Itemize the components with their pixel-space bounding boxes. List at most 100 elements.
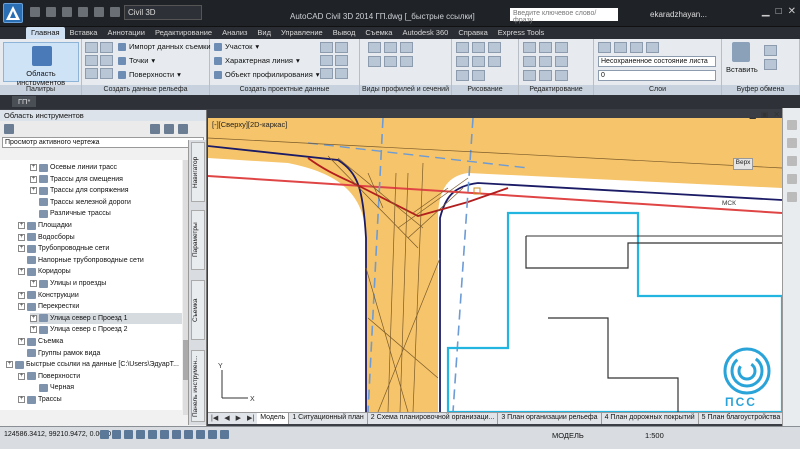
expand-toggle-icon[interactable]	[18, 257, 25, 264]
expand-toggle-icon[interactable]: +	[30, 187, 37, 195]
viewport-minimize-icon[interactable]: ▁	[750, 110, 756, 119]
profile-tool-4-icon[interactable]	[368, 56, 381, 67]
ribbon-tab[interactable]: Express Tools	[493, 27, 550, 39]
expand-toggle-icon[interactable]: +	[18, 396, 25, 403]
tree-node[interactable]: + Улица север с Проезд 1	[30, 312, 182, 324]
toolspace-button[interactable]: Область инструментов	[3, 42, 79, 87]
design-tool-3-icon[interactable]	[320, 55, 333, 66]
toolspace-side-tab[interactable]: Съемка	[191, 280, 205, 340]
ground-tool-2-icon[interactable]	[100, 42, 113, 53]
tree-node[interactable]: + Трубопроводные сети	[18, 243, 109, 254]
layer-state-dropdown[interactable]: Несохраненное состояние листа	[598, 56, 716, 67]
expand-toggle-icon[interactable]: +	[18, 338, 25, 345]
ground-tool-3-icon[interactable]	[85, 55, 98, 66]
lineweight-icon[interactable]	[196, 430, 205, 439]
profile-tool-5-icon[interactable]	[384, 56, 397, 67]
tree-node[interactable]: + Водосборы	[18, 232, 75, 243]
new-file-icon[interactable]	[30, 7, 40, 17]
cut-icon[interactable]	[764, 45, 777, 56]
viewport-restore-icon[interactable]: ▣	[761, 110, 769, 119]
layout-tab[interactable]: 3 План организации рельефа	[498, 413, 602, 424]
design-tool-1-icon[interactable]	[320, 42, 333, 53]
ground-tool-6-icon[interactable]	[100, 68, 113, 79]
dyn-icon[interactable]	[184, 430, 193, 439]
open-file-icon[interactable]	[46, 7, 56, 17]
tree-node[interactable]: + Поверхности	[18, 371, 80, 382]
undo-icon[interactable]	[110, 7, 120, 17]
layer-tool-2-icon[interactable]	[614, 42, 627, 53]
ribbon-tab[interactable]: Autodesk 360	[397, 27, 453, 39]
expand-toggle-icon[interactable]: +	[18, 291, 25, 299]
expand-toggle-icon[interactable]	[30, 199, 37, 206]
expand-toggle-icon[interactable]: +	[18, 303, 25, 311]
profile-tool-6-icon[interactable]	[400, 56, 413, 67]
rectangle-icon[interactable]	[472, 56, 485, 67]
expand-toggle-icon[interactable]	[30, 210, 37, 217]
expand-toggle-icon[interactable]: +	[30, 164, 37, 171]
ribbon-tab[interactable]: Вывод	[328, 27, 361, 39]
spline-icon[interactable]	[456, 70, 469, 81]
ribbon-tab[interactable]: Съемка	[360, 27, 397, 39]
expand-toggle-icon[interactable]: +	[30, 314, 37, 322]
expand-toggle-icon[interactable]: +	[18, 233, 25, 241]
toolspace-tool-1-icon[interactable]	[150, 124, 160, 134]
layer-dropdown[interactable]: 0	[598, 70, 716, 81]
ribbon-tab[interactable]: Редактирование	[150, 27, 217, 39]
layer-tool-3-icon[interactable]	[630, 42, 643, 53]
array-icon[interactable]	[555, 70, 568, 81]
document-tab[interactable]: ГП*	[12, 96, 37, 107]
copy-clip-icon[interactable]	[764, 59, 777, 70]
minimize-icon[interactable]: ▁	[762, 6, 770, 17]
ribbon-tab[interactable]: Анализ	[217, 27, 252, 39]
tree-node[interactable]: + Перекрестки	[18, 301, 79, 312]
ellipse-icon[interactable]	[472, 70, 485, 81]
expand-toggle-icon[interactable]: +	[18, 268, 25, 276]
tree-node[interactable]: Трассы железной дороги	[30, 197, 131, 208]
osnap-icon[interactable]	[148, 430, 157, 439]
layout-tab[interactable]: 2 Схема планировочной организаци...	[368, 413, 499, 424]
model-space-toggle[interactable]: МОДЕЛЬ	[552, 431, 584, 440]
mirror-icon[interactable]	[539, 56, 552, 67]
first-tab-icon[interactable]: |◀	[208, 413, 221, 424]
expand-toggle-icon[interactable]: +	[18, 372, 25, 380]
circle-icon[interactable]	[456, 56, 469, 67]
ground-tool-5-icon[interactable]	[85, 68, 98, 79]
tree-node[interactable]: + Съемка	[18, 336, 63, 347]
ribbon-tab[interactable]: Аннотации	[102, 27, 150, 39]
help-search-input[interactable]: Введите ключевое слово/фразу	[510, 8, 618, 24]
fillet-icon[interactable]	[555, 56, 568, 67]
pan-icon[interactable]	[787, 138, 797, 148]
ribbon-tab[interactable]: Справка	[453, 27, 492, 39]
viewport-label[interactable]: [-][Сверху][2D-каркас]	[212, 120, 287, 129]
design-tool-4-icon[interactable]	[335, 55, 348, 66]
tree-node[interactable]: Группы рамок вида	[18, 348, 100, 359]
profile-tool-2-icon[interactable]	[384, 42, 397, 53]
ribbon-tab[interactable]: Вид	[252, 27, 276, 39]
copy-icon[interactable]	[523, 56, 536, 67]
tree-node[interactable]: Различные трассы	[30, 208, 111, 219]
steering-wheel-icon[interactable]	[787, 120, 797, 130]
toolspace-side-tab[interactable]: Панель инструмен...	[191, 350, 205, 422]
line-icon[interactable]	[456, 42, 469, 53]
showmotion-icon[interactable]	[787, 192, 797, 202]
annotation-scale[interactable]: 1:500	[645, 431, 664, 440]
tree-node[interactable]: + Площадки	[18, 220, 72, 231]
trim-icon[interactable]	[555, 42, 568, 53]
tree-node[interactable]: Напорные трубопроводные сети	[18, 255, 144, 266]
expand-toggle-icon[interactable]: +	[30, 326, 37, 334]
profile-tool-1-icon[interactable]	[368, 42, 381, 53]
design-tool-6-icon[interactable]	[335, 68, 348, 79]
maximize-icon[interactable]: □	[776, 6, 782, 17]
expand-toggle-icon[interactable]: +	[18, 222, 25, 229]
ribbon-tab[interactable]: Вставка	[65, 27, 103, 39]
ribbon-tab[interactable]: Главная	[26, 27, 65, 39]
tree-node[interactable]: + Осевые линии трасс	[30, 162, 117, 173]
expand-toggle-icon[interactable]	[30, 384, 37, 391]
otrack-icon[interactable]	[160, 430, 169, 439]
design-tool-5-icon[interactable]	[320, 68, 333, 79]
wcs-label[interactable]: МСК	[722, 200, 736, 207]
import-survey-button[interactable]: Импорт данных съемки	[118, 42, 211, 51]
tree-node[interactable]: + Трассы для сопряжения	[30, 185, 129, 196]
expand-toggle-icon[interactable]	[18, 350, 25, 357]
polyline-icon[interactable]	[472, 42, 485, 53]
